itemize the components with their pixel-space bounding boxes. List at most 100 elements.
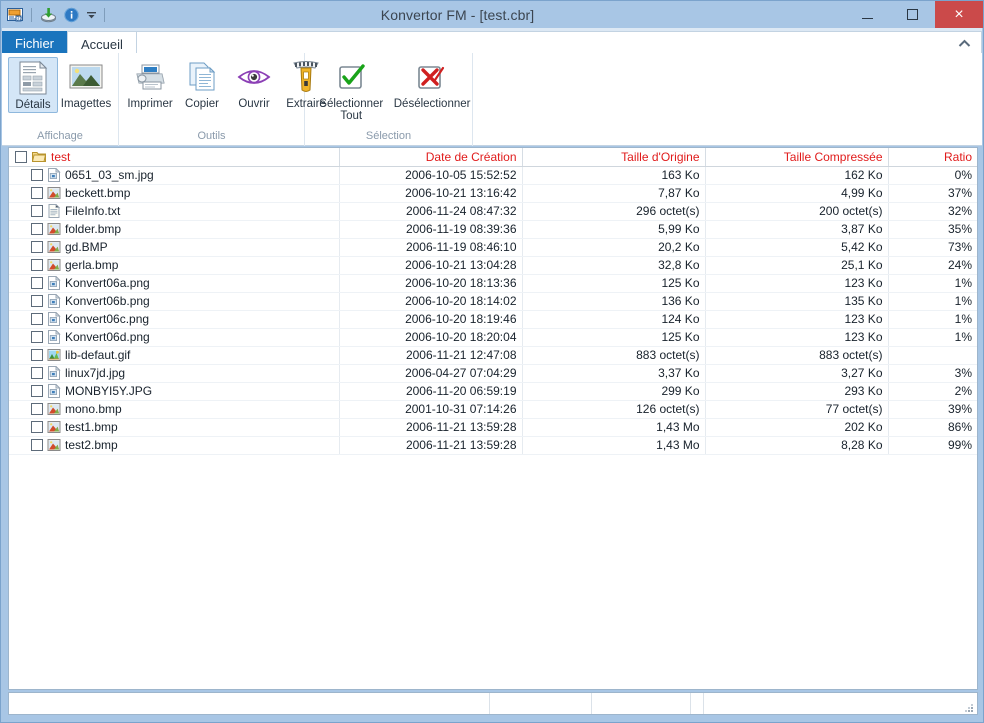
cell-compressed-size: 200 octet(s) [705,202,889,221]
maximize-button[interactable] [890,1,935,28]
details-view-button[interactable]: Détails [8,57,58,113]
column-header-compressed-size[interactable]: Taille Compressée [705,148,889,167]
open-button[interactable]: Ouvrir [229,57,279,111]
table-row[interactable]: MONBYI5Y.JPG 2006-11-20 06:59:19 299 Ko 293… [9,382,977,401]
row-checkbox[interactable] [31,349,43,361]
table-row[interactable]: linux7jd.jpg 2006-04-27 07:04:29 3,37 Ko 3,… [9,364,977,383]
ribbon-group-selection: Sélectionner Tout Désélectionner Sélecti… [305,53,473,146]
status-pane-3 [592,693,691,714]
cell-name[interactable]: 0651_03_sm.jpg [9,166,340,185]
cell-name[interactable]: Konvert06b.png [9,292,340,311]
details-view-label: Détails [15,99,51,111]
row-checkbox[interactable] [31,259,43,271]
cell-ratio [888,346,977,365]
cell-original-size: 1,43 Mo [522,436,706,455]
cell-compressed-size: 293 Ko [705,382,889,401]
row-checkbox[interactable] [31,421,43,433]
cell-name[interactable]: Konvert06a.png [9,274,340,293]
row-checkbox[interactable] [31,313,43,325]
cell-name[interactable]: Konvert06d.png [9,328,340,347]
cell-date: 2006-10-20 18:13:36 [339,274,523,293]
print-button[interactable]: Imprimer [125,57,175,111]
cell-name[interactable]: mono.bmp [9,400,340,419]
cell-name[interactable]: gd.BMP [9,238,340,257]
table-row[interactable]: mono.bmp 2001-10-31 07:14:26 126 octet(s) 7… [9,400,977,419]
cell-date: 2006-10-21 13:16:42 [339,184,523,203]
row-checkbox[interactable] [31,385,43,397]
cell-name[interactable]: lib-defaut.gif [9,346,340,365]
cell-date: 2001-10-31 07:14:26 [339,400,523,419]
cell-name[interactable]: test2.bmp [9,436,340,455]
cell-date: 2006-10-20 18:20:04 [339,328,523,347]
cell-name[interactable]: test1.bmp [9,418,340,437]
save-icon[interactable] [38,5,58,25]
collapse-ribbon-icon[interactable] [958,35,971,53]
row-checkbox[interactable] [31,331,43,343]
cell-original-size: 5,99 Ko [522,220,706,239]
file-list-panel[interactable]: test Date de Création Taille d'Origine T… [8,147,978,690]
image-file-icon [47,311,61,326]
row-checkbox[interactable] [31,277,43,289]
row-checkbox[interactable] [31,169,43,181]
table-row[interactable]: Konvert06c.png 2006-10-20 18:19:46 124 Ko 1… [9,310,977,329]
cell-original-size: 3,37 Ko [522,364,706,383]
cell-ratio: 1% [888,310,977,329]
table-row[interactable]: gd.BMP 2006-11-19 08:46:10 20,2 Ko 5,42 Ko 7… [9,238,977,257]
bitmap-file-icon [47,186,61,200]
cell-name[interactable]: Konvert06c.png [9,310,340,329]
column-header-ratio[interactable]: Ratio [888,148,977,167]
bitmap-file-icon [47,258,61,272]
table-row[interactable]: gerla.bmp 2006-10-21 13:04:28 32,8 Ko 25,1 … [9,256,977,275]
table-row[interactable]: Konvert06d.png 2006-10-20 18:20:04 125 Ko 1… [9,328,977,347]
copy-button[interactable]: Copier [177,57,227,111]
cell-original-size: 7,87 Ko [522,184,706,203]
row-checkbox[interactable] [31,187,43,199]
table-row[interactable]: lib-defaut.gif 2006-11-21 12:47:08 883 oct… [9,346,977,365]
cell-date: 2006-11-19 08:39:36 [339,220,523,239]
table-row[interactable]: Konvert06a.png 2006-10-20 18:13:36 125 Ko 1… [9,274,977,293]
thumbnails-view-button[interactable]: Imagettes [60,57,112,111]
close-button[interactable]: × [935,1,983,28]
deselect-all-button[interactable]: Désélectionner [394,57,470,111]
cell-date: 2006-11-19 08:46:10 [339,238,523,257]
table-row[interactable]: Konvert06b.png 2006-10-20 18:14:02 136 Ko 1… [9,292,977,311]
cell-date: 2006-11-21 13:59:28 [339,418,523,437]
image-file-icon [47,329,61,344]
cell-compressed-size: 3,27 Ko [705,364,889,383]
cell-name[interactable]: FileInfo.txt [9,202,340,221]
table-row[interactable]: folder.bmp 2006-11-19 08:39:36 5,99 Ko 3,87… [9,220,977,239]
title-bar: 32 Konvertor FM - [test.cbr] × [1,1,983,28]
cell-name[interactable]: beckett.bmp [9,184,340,203]
cell-name[interactable]: MONBYI5Y.JPG [9,382,340,401]
status-pane-4 [691,693,704,714]
uncheck-all-icon [415,59,445,95]
file-name-label: gd.BMP [65,240,108,254]
file-name-label: Konvert06b.png [65,294,150,308]
minimize-button[interactable] [845,1,890,28]
cell-name[interactable]: gerla.bmp [9,256,340,275]
row-checkbox[interactable] [31,439,43,451]
root-checkbox[interactable] [15,150,27,163]
row-checkbox[interactable] [31,241,43,253]
table-row[interactable]: beckett.bmp 2006-10-21 13:16:42 7,87 Ko 4,9… [9,184,977,203]
row-checkbox[interactable] [31,367,43,379]
column-header-date[interactable]: Date de Création [339,148,523,167]
table-row[interactable]: test2.bmp 2006-11-21 13:59:28 1,43 Mo 8,28 … [9,436,977,455]
row-checkbox[interactable] [31,295,43,307]
image-file-icon [47,293,61,308]
app-icon[interactable]: 32 [5,5,25,25]
cell-name[interactable]: linux7jd.jpg [9,364,340,383]
row-checkbox[interactable] [31,205,43,217]
cell-original-size: 125 Ko [522,328,706,347]
row-checkbox[interactable] [31,223,43,235]
cell-name[interactable]: folder.bmp [9,220,340,239]
row-checkbox[interactable] [31,403,43,415]
column-header-original-size[interactable]: Taille d'Origine [522,148,706,167]
select-all-button[interactable]: Sélectionner Tout [315,57,388,123]
file-name-label: 0651_03_sm.jpg [65,168,154,182]
table-row[interactable]: test1.bmp 2006-11-21 13:59:28 1,43 Mo 202 K… [9,418,977,437]
column-header-name[interactable]: test [9,148,340,167]
table-row[interactable]: 0651_03_sm.jpg 2006-10-05 15:52:52 163 Ko 1… [9,166,977,185]
table-row[interactable]: FileInfo.txt 2006-11-24 08:47:32 296 octet… [9,202,977,221]
resize-grip-icon[interactable] [963,701,975,713]
